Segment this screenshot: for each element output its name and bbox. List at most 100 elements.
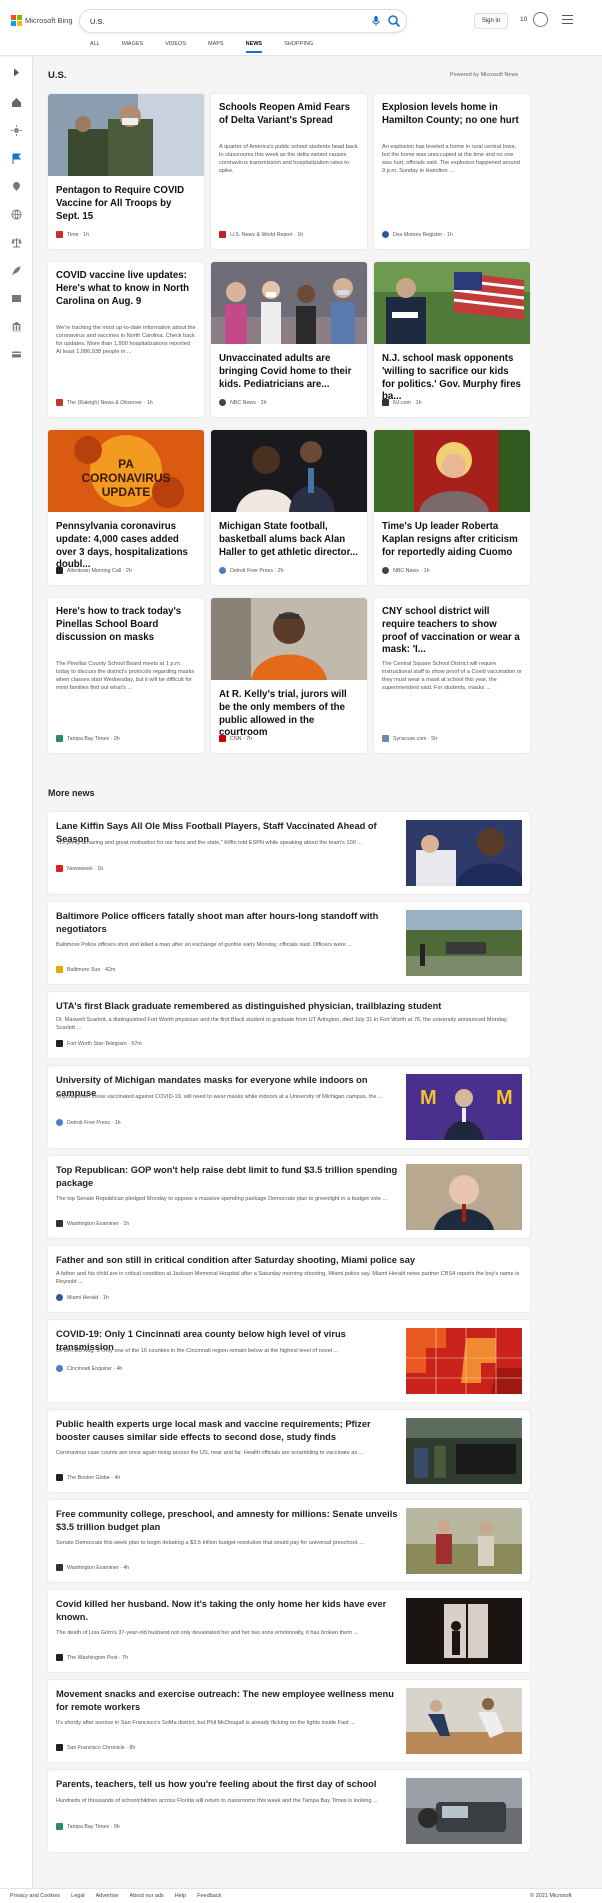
row-snippet: Anyone, even those vaccinated against CO…: [56, 1094, 383, 1100]
card-title[interactable]: Here's how to track today's Pinellas Sch…: [56, 606, 196, 644]
tab-videos[interactable]: VIDEOS: [165, 41, 186, 53]
scales-icon[interactable]: [11, 237, 22, 248]
search-input[interactable]: [90, 14, 350, 28]
search-icon[interactable]: [387, 14, 401, 28]
row-title[interactable]: Free community college, preschool, and a…: [56, 1508, 401, 1533]
row-source: Cincinnati Enquirer · 4h: [56, 1365, 122, 1372]
powered-by-label: Powered by Microsoft News: [450, 72, 519, 78]
page-footer: Privacy and Cookies Legal Advertise Abou…: [0, 1888, 602, 1903]
tab-shopping[interactable]: SHOPPING: [284, 41, 313, 53]
copyright: © 2021 Microsoft: [530, 1893, 572, 1899]
card-title[interactable]: N.J. school mask opponents 'willing to s…: [382, 353, 522, 404]
news-card[interactable]: Schools Reopen Amid Fears of Delta Varia…: [211, 94, 367, 249]
news-card[interactable]: Michigan State football, basketball alum…: [211, 430, 367, 585]
news-card[interactable]: Explosion levels home in Hamilton County…: [374, 94, 530, 249]
source-logo-icon: [56, 1119, 63, 1126]
news-row[interactable]: UTA's first Black graduate remembered as…: [48, 992, 530, 1058]
card-title[interactable]: Explosion levels home in Hamilton County…: [382, 102, 522, 128]
tab-maps[interactable]: MAPS: [208, 41, 224, 53]
row-snippet: Dr. Maxwell Scarlett, a distinguished Fo…: [56, 1017, 508, 1031]
news-row[interactable]: Baltimore Police officers fatally shoot …: [48, 902, 530, 984]
card-icon[interactable]: [11, 349, 22, 360]
row-source: Washington Examiner · 1h: [56, 1220, 129, 1227]
tab-all[interactable]: ALL: [90, 41, 100, 53]
source-logo-icon: [56, 1744, 63, 1751]
card-title[interactable]: Time's Up leader Roberta Kaplan resigns …: [382, 521, 522, 559]
tab-news[interactable]: NEWS: [245, 41, 263, 53]
news-card[interactable]: At R. Kelly's trial, jurors will be the …: [211, 598, 367, 753]
card-title[interactable]: Schools Reopen Amid Fears of Delta Varia…: [219, 102, 359, 128]
news-row[interactable]: Parents, teachers, tell us how you're fe…: [48, 1770, 530, 1852]
footer-link-legal[interactable]: Legal: [71, 1893, 84, 1899]
card-source: The (Raleigh) News & Observer · 1h: [56, 399, 153, 406]
news-card[interactable]: PA CORONAVIRUS UPDATE Pennsylvania coronav…: [48, 430, 204, 585]
row-snippet: A father and his child are in critical c…: [56, 1271, 520, 1285]
entertainment-icon[interactable]: [11, 293, 22, 304]
home-icon[interactable]: [11, 97, 22, 108]
news-row[interactable]: Free community college, preschool, and a…: [48, 1500, 530, 1582]
row-title[interactable]: Covid killed her husband. Now it's takin…: [56, 1598, 401, 1623]
row-title[interactable]: Movement snacks and exercise outreach: T…: [56, 1688, 401, 1713]
footer-link-advertise[interactable]: Advertise: [96, 1893, 119, 1899]
row-title[interactable]: Parents, teachers, tell us how you're fe…: [56, 1778, 401, 1791]
row-snippet: It's shortly after sunrise in San Franci…: [56, 1720, 355, 1726]
source-logo-icon: [56, 1365, 63, 1372]
expand-arrow-icon[interactable]: [11, 67, 22, 78]
rewards-medal-icon[interactable]: [533, 12, 548, 27]
news-row[interactable]: Covid killed her husband. Now it's takin…: [48, 1590, 530, 1672]
rocket-icon[interactable]: [11, 265, 22, 276]
news-row[interactable]: Father and son still in critical conditi…: [48, 1246, 530, 1312]
card-title[interactable]: Pennsylvania coronavirus update: 4,000 c…: [56, 521, 196, 572]
row-snippet: Baltimore Police officers shot and kille…: [56, 942, 352, 948]
row-title[interactable]: UTA's first Black graduate remembered as…: [56, 1000, 526, 1013]
row-source: San Francisco Chronicle · 8h: [56, 1744, 135, 1751]
row-snippet: The death of Lisa Grim's 37-year-old hus…: [56, 1630, 359, 1636]
tab-images[interactable]: IMAGES: [122, 41, 143, 53]
card-snippet: The Central Square School District will …: [382, 661, 522, 691]
rewards-points[interactable]: 10: [520, 16, 527, 23]
card-title[interactable]: At R. Kelly's trial, jurors will be the …: [219, 689, 359, 740]
covid-icon[interactable]: [11, 125, 22, 136]
card-title[interactable]: Pentagon to Require COVID Vaccine for Al…: [56, 185, 196, 223]
footer-link-help[interactable]: Help: [175, 1893, 186, 1899]
news-thumbnail: [406, 1164, 522, 1230]
location-pin-icon[interactable]: [11, 181, 22, 192]
card-title[interactable]: CNY school district will require teacher…: [382, 606, 522, 657]
news-card[interactable]: Here's how to track today's Pinellas Sch…: [48, 598, 204, 753]
news-thumbnail: [406, 1688, 522, 1754]
news-thumbnail: [406, 820, 522, 886]
news-row[interactable]: Public health experts urge local mask an…: [48, 1410, 530, 1492]
news-row[interactable]: COVID-19: Only 1 Cincinnati area county …: [48, 1320, 530, 1402]
row-title[interactable]: Public health experts urge local mask an…: [56, 1418, 401, 1443]
news-card[interactable]: CNY school district will require teacher…: [374, 598, 530, 753]
news-row[interactable]: Movement snacks and exercise outreach: T…: [48, 1680, 530, 1762]
news-card[interactable]: Time's Up leader Roberta Kaplan resigns …: [374, 430, 530, 585]
source-logo-icon: [56, 567, 63, 574]
news-row[interactable]: University of Michigan mandates masks fo…: [48, 1066, 530, 1148]
news-card[interactable]: Unvaccinated adults are bringing Covid h…: [211, 262, 367, 417]
row-title[interactable]: Top Republican: GOP won't help raise deb…: [56, 1164, 401, 1189]
card-title[interactable]: COVID vaccine live updates: Here's what …: [56, 270, 196, 308]
bing-logo[interactable]: Microsoft Bing: [11, 15, 73, 26]
sign-in-button[interactable]: Sign in: [474, 13, 508, 29]
footer-link-privacy[interactable]: Privacy and Cookies: [10, 1893, 60, 1899]
news-card[interactable]: Pentagon to Require COVID Vaccine for Al…: [48, 94, 204, 249]
globe-icon[interactable]: [11, 209, 22, 220]
microphone-icon[interactable]: [370, 15, 382, 27]
news-row[interactable]: Top Republican: GOP won't help raise deb…: [48, 1156, 530, 1238]
news-card[interactable]: N.J. school mask opponents 'willing to s…: [374, 262, 530, 417]
bank-icon[interactable]: [11, 321, 22, 332]
card-title[interactable]: Unvaccinated adults are bringing Covid h…: [219, 353, 359, 391]
row-source: Baltimore Sun · 42m: [56, 966, 115, 973]
news-card[interactable]: COVID vaccine live updates: Here's what …: [48, 262, 204, 417]
flag-icon[interactable]: [11, 153, 22, 164]
news-row[interactable]: Lane Kiffin Says All Ole Miss Football P…: [48, 812, 530, 894]
hamburger-menu-icon[interactable]: [562, 15, 573, 24]
news-thumbnail: [406, 1598, 522, 1664]
footer-link-feedback[interactable]: Feedback: [197, 1893, 221, 1899]
card-title[interactable]: Michigan State football, basketball alum…: [219, 521, 359, 559]
card-snippet: An explosion has leveled a home in rural…: [382, 144, 520, 174]
row-title[interactable]: Father and son still in critical conditi…: [56, 1254, 526, 1267]
footer-link-about-ads[interactable]: About our ads: [130, 1893, 164, 1899]
row-title[interactable]: Baltimore Police officers fatally shoot …: [56, 910, 401, 935]
